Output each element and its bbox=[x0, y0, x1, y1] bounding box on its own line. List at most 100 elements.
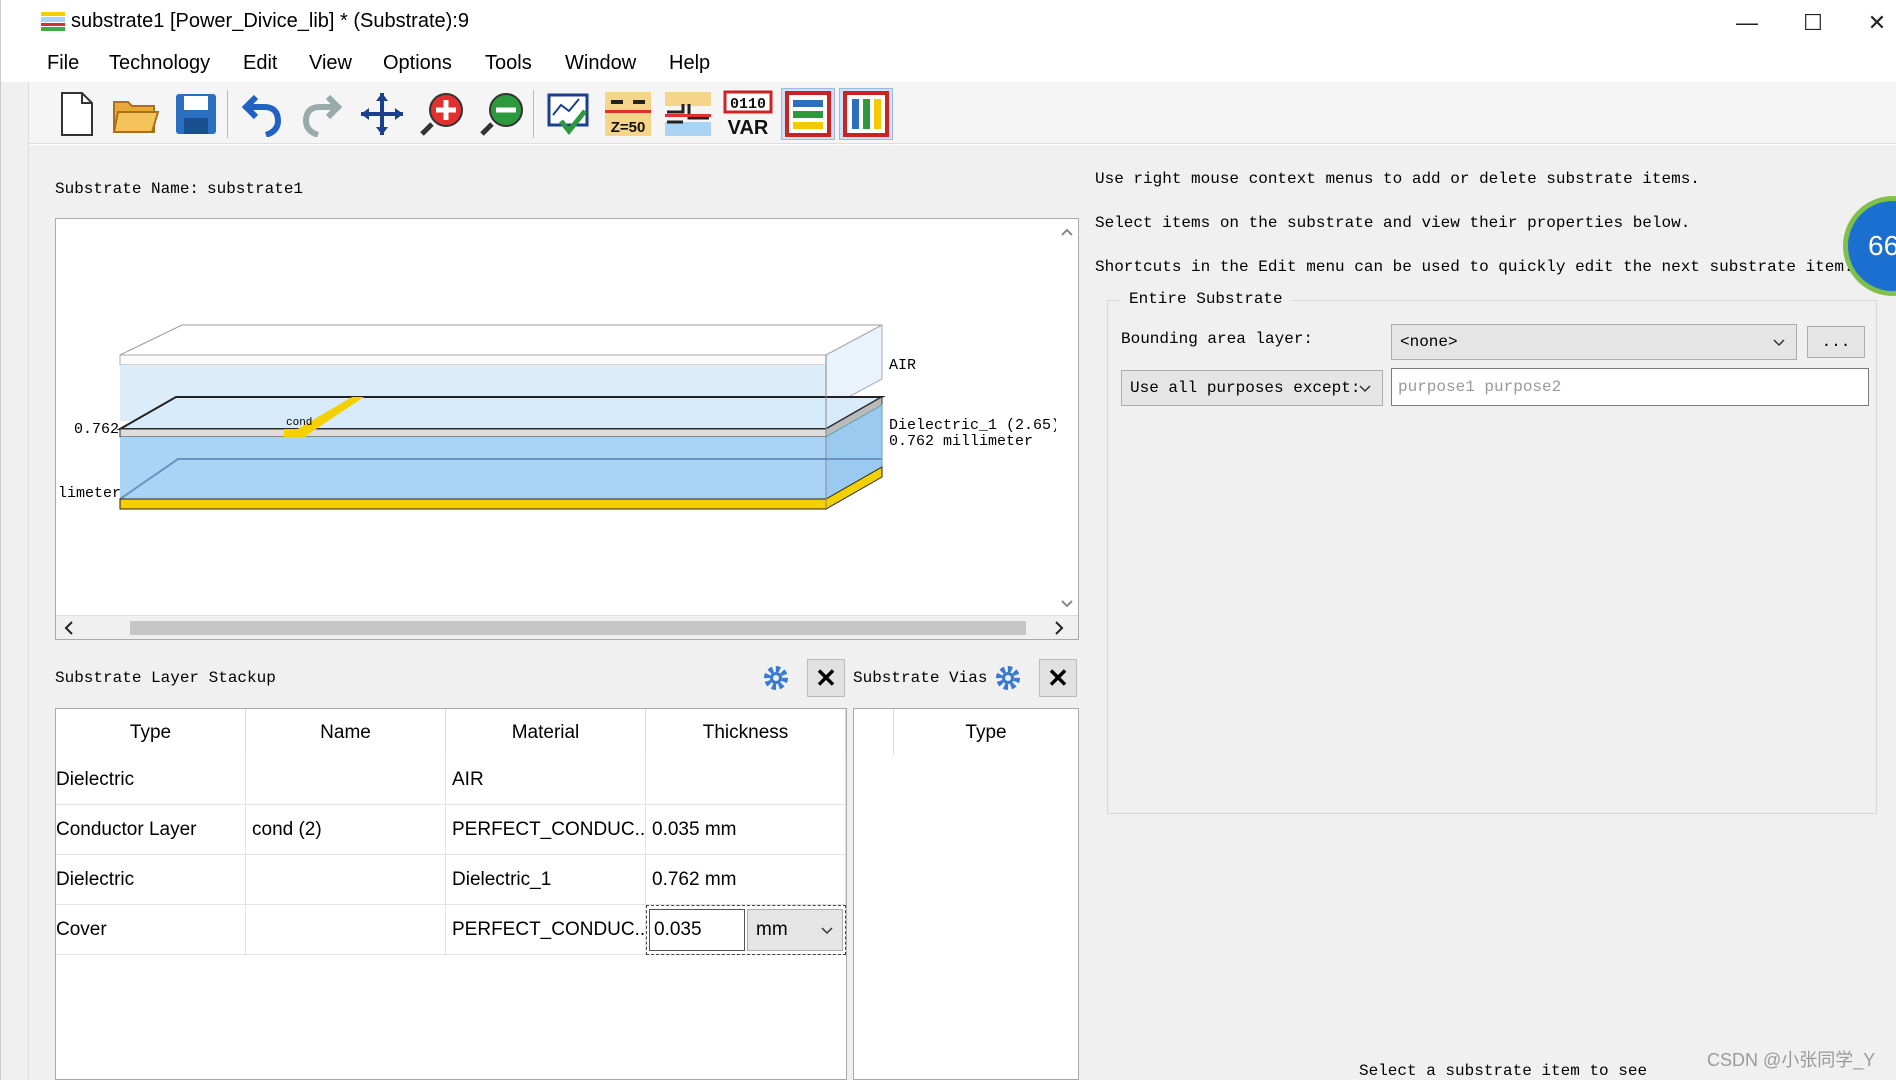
thickness-editor: mm bbox=[646, 905, 846, 955]
menu-tools[interactable]: Tools bbox=[485, 52, 532, 75]
var-label: VAR bbox=[728, 117, 769, 138]
cell-type: Conductor Layer bbox=[56, 805, 246, 855]
menu-window[interactable]: Window bbox=[565, 52, 636, 75]
stackup-title: Substrate Layer Stackup bbox=[55, 669, 276, 687]
vias-settings-gear-icon[interactable] bbox=[989, 659, 1027, 697]
table-row[interactable]: Conductor Layer cond (2) PERFECT_CONDUC.… bbox=[56, 805, 846, 855]
toolbar-separator bbox=[533, 90, 534, 138]
entire-substrate-title: Entire Substrate bbox=[1121, 290, 1291, 308]
chevron-down-icon bbox=[1773, 339, 1785, 347]
thickness-unit-dropdown[interactable]: mm bbox=[747, 909, 843, 951]
z50-label: Z=50 bbox=[611, 119, 646, 136]
pan-icon[interactable] bbox=[355, 88, 409, 140]
save-icon[interactable] bbox=[169, 88, 223, 140]
viewer-horizontal-scrollbar[interactable] bbox=[56, 615, 1078, 639]
menu-help[interactable]: Help bbox=[669, 52, 710, 75]
var-top-label: 0110 bbox=[730, 96, 766, 113]
stackup-settings-gear-icon[interactable] bbox=[757, 659, 795, 697]
substrate-name-label: Substrate Name: bbox=[55, 180, 200, 198]
menu-file[interactable]: File bbox=[47, 52, 79, 75]
cell-thickness: 0.762 mm bbox=[646, 855, 846, 905]
cell-thickness bbox=[646, 755, 846, 805]
info-line-3: Shortcuts in the Edit menu can be used t… bbox=[1095, 258, 1854, 276]
bounding-area-browse-button[interactable]: ... bbox=[1807, 326, 1865, 358]
vias-row-header bbox=[854, 709, 894, 755]
table-row[interactable]: Dielectric Dielectric_1 0.762 mm bbox=[56, 855, 846, 905]
left-dock-strip bbox=[1, 82, 29, 1080]
substrate-3d-viewer[interactable]: AIR cond 0.762 limeter Dielectric_1 (2.6… bbox=[55, 218, 1079, 640]
stackup-delete-close-icon[interactable]: ✕ bbox=[807, 659, 845, 697]
substrate-app-icon bbox=[41, 12, 65, 31]
column-header-type[interactable]: Type bbox=[56, 709, 246, 755]
vias-column-header-type[interactable]: Type bbox=[894, 709, 1078, 755]
select-item-hint: Select a substrate item to see bbox=[1359, 1062, 1648, 1080]
vias-table: Type bbox=[853, 708, 1079, 1080]
redo-icon[interactable] bbox=[295, 88, 349, 140]
close-button[interactable]: ✕ bbox=[1847, 6, 1896, 40]
zoom-out-icon[interactable] bbox=[475, 88, 529, 140]
transmission-line-icon[interactable] bbox=[661, 88, 715, 140]
stackup-table: Type Name Material Thickness Dielectric … bbox=[55, 708, 847, 1080]
zoom-in-icon[interactable] bbox=[415, 88, 469, 140]
open-folder-icon[interactable] bbox=[109, 88, 163, 140]
column-header-thickness[interactable]: Thickness bbox=[646, 709, 846, 755]
cell-type: Dielectric bbox=[56, 855, 246, 905]
info-line-1: Use right mouse context menus to add or … bbox=[1095, 170, 1700, 188]
purpose-mode-value: Use all purposes except: bbox=[1130, 379, 1361, 397]
dielectric-label: Dielectric_1 (2.65) bbox=[889, 417, 1056, 434]
menu-edit[interactable]: Edit bbox=[243, 52, 277, 75]
substrate-editor-window: substrate1 [Power_Divice_lib] * (Substra… bbox=[0, 0, 1896, 1080]
toolbar-separator bbox=[227, 90, 228, 138]
window-title: substrate1 [Power_Divice_lib] * (Substra… bbox=[71, 10, 469, 32]
column-header-material[interactable]: Material bbox=[446, 709, 646, 755]
substrate-name-value: substrate1 bbox=[207, 180, 304, 198]
bounding-area-label: Bounding area layer: bbox=[1121, 330, 1314, 348]
purpose-mode-dropdown[interactable]: Use all purposes except: bbox=[1121, 370, 1383, 406]
cell-material: Dielectric_1 bbox=[446, 855, 646, 905]
new-document-icon[interactable] bbox=[49, 88, 103, 140]
vias-title: Substrate Vias bbox=[853, 669, 988, 687]
menu-technology[interactable]: Technology bbox=[109, 52, 210, 75]
toolbar: Z=50 0110 VAR bbox=[29, 82, 1896, 144]
table-row[interactable]: Dielectric AIR bbox=[56, 755, 846, 805]
substrate-stack-drawing: AIR cond 0.762 limeter Dielectric_1 (2.6… bbox=[58, 324, 1056, 510]
cell-material: AIR bbox=[446, 755, 646, 805]
air-label: AIR bbox=[889, 357, 916, 374]
menu-view[interactable]: View bbox=[309, 52, 352, 75]
viewer-scroll-thumb[interactable] bbox=[130, 621, 1026, 635]
cell-material: PERFECT_CONDUC... bbox=[446, 805, 646, 855]
impedance-z50-icon[interactable]: Z=50 bbox=[601, 88, 655, 140]
cond-label: cond bbox=[286, 417, 312, 429]
menu-options[interactable]: Options bbox=[383, 52, 452, 75]
horizontal-layers-icon[interactable] bbox=[781, 88, 835, 140]
bounding-area-layer-dropdown[interactable]: <none> bbox=[1391, 324, 1797, 360]
cell-name bbox=[246, 905, 446, 955]
left-thickness-label: 0.762 bbox=[74, 421, 119, 438]
menu-bar: File Technology Edit View Options Tools … bbox=[1, 46, 1896, 82]
cell-name bbox=[246, 855, 446, 905]
check-icon[interactable] bbox=[541, 88, 595, 140]
viewer-vertical-scrollbar[interactable] bbox=[1056, 219, 1078, 617]
thickness-unit-value: mm bbox=[756, 919, 788, 940]
column-header-name[interactable]: Name bbox=[246, 709, 446, 755]
vias-delete-close-icon[interactable]: ✕ bbox=[1039, 659, 1077, 697]
csdn-watermark: CSDN @小张同学_Y bbox=[1707, 1050, 1876, 1070]
cell-name: cond (2) bbox=[246, 805, 446, 855]
cell-material: PERFECT_CONDUC... bbox=[446, 905, 646, 955]
chevron-down-icon bbox=[1359, 385, 1371, 393]
table-row[interactable]: Cover PERFECT_CONDUC... mm bbox=[56, 905, 846, 955]
dielectric-thickness-label: 0.762 millimeter bbox=[889, 433, 1033, 450]
bounding-area-value: <none> bbox=[1400, 333, 1458, 351]
vertical-layers-icon[interactable] bbox=[839, 88, 893, 140]
thickness-value-input[interactable] bbox=[649, 909, 745, 951]
info-line-2: Select items on the substrate and view t… bbox=[1095, 214, 1691, 232]
minimize-button[interactable]: — bbox=[1717, 6, 1777, 40]
chevron-down-icon bbox=[821, 927, 833, 935]
cell-name bbox=[246, 755, 446, 805]
variables-icon[interactable]: 0110 VAR bbox=[721, 88, 775, 140]
cell-thickness: 0.035 mm bbox=[646, 805, 846, 855]
purpose-list-input[interactable]: purpose1 purpose2 bbox=[1391, 368, 1869, 406]
maximize-button[interactable]: ☐ bbox=[1783, 6, 1843, 40]
undo-icon[interactable] bbox=[235, 88, 289, 140]
title-bar: substrate1 [Power_Divice_lib] * (Substra… bbox=[1, 0, 1896, 46]
